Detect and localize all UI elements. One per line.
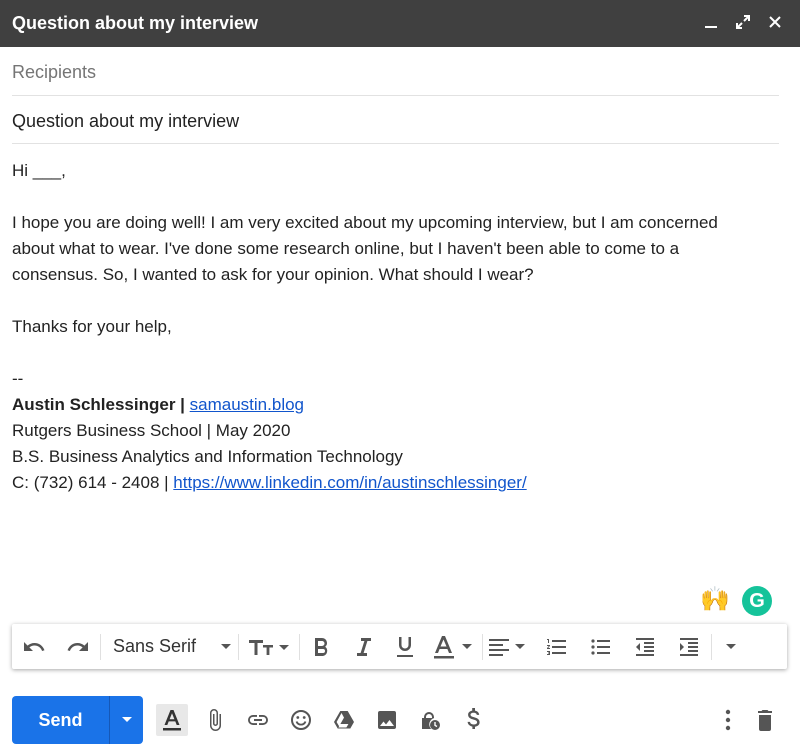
- send-button[interactable]: Send: [12, 696, 109, 744]
- raised-hands-emoji[interactable]: 🙌: [700, 586, 730, 614]
- drive-icon[interactable]: [328, 704, 360, 736]
- more-formatting-icon[interactable]: [712, 624, 750, 669]
- window-controls: [700, 10, 786, 34]
- trash-icon[interactable]: [749, 704, 781, 736]
- message-body[interactable]: Hi ___, I hope you are doing well! I am …: [12, 158, 782, 496]
- closing: Thanks for your help,: [12, 317, 172, 336]
- indent-more-icon[interactable]: [667, 624, 711, 669]
- underline-icon[interactable]: [384, 624, 426, 669]
- signature-separator: --: [12, 369, 24, 388]
- formatting-options-icon[interactable]: [156, 704, 188, 736]
- photo-icon[interactable]: [371, 704, 403, 736]
- align-icon[interactable]: [483, 624, 535, 669]
- confidential-icon[interactable]: [414, 704, 446, 736]
- italic-icon[interactable]: [342, 624, 384, 669]
- bold-icon[interactable]: [300, 624, 342, 669]
- font-name: Sans Serif: [113, 636, 197, 656]
- chevron-down-icon: [221, 643, 231, 649]
- body-line-1: I hope you are doing well! I am very exc…: [12, 213, 718, 232]
- minimize-icon[interactable]: [700, 10, 722, 34]
- font-selector[interactable]: Sans Serif: [101, 624, 238, 669]
- send-options-button[interactable]: [109, 696, 143, 744]
- signature-blog-link[interactable]: samaustin.blog: [190, 395, 304, 414]
- indent-less-icon[interactable]: [623, 624, 667, 669]
- more-options-icon[interactable]: [712, 704, 744, 736]
- money-icon[interactable]: [458, 704, 490, 736]
- numbered-list-icon[interactable]: [535, 624, 579, 669]
- expand-icon[interactable]: [732, 10, 754, 34]
- text-color-icon[interactable]: [426, 624, 482, 669]
- formatting-toolbar: Sans Serif: [12, 624, 787, 669]
- signature-phone: C: (732) 614 - 2408 |: [12, 473, 169, 492]
- signature-name-line: Austin Schlessinger | samaustin.blog: [12, 392, 782, 418]
- redo-icon[interactable]: [56, 624, 100, 669]
- subject-field[interactable]: Question about my interview: [12, 97, 779, 144]
- compose-header: Question about my interview: [0, 0, 800, 47]
- link-icon[interactable]: [242, 704, 274, 736]
- bulleted-list-icon[interactable]: [579, 624, 623, 669]
- body-line-2: about what to wear. I've done some resea…: [12, 239, 680, 258]
- signature-contact-line: C: (732) 614 - 2408 | https://www.linked…: [12, 470, 782, 496]
- signature-school: Rutgers Business School | May 2020: [12, 421, 291, 440]
- close-icon[interactable]: [764, 10, 786, 34]
- chevron-down-icon: [121, 717, 132, 722]
- emoji-icon[interactable]: [285, 704, 317, 736]
- window-title: Question about my interview: [12, 13, 259, 33]
- signature-name: Austin Schlessinger |: [12, 395, 185, 414]
- body-line-3: consensus. So, I wanted to ask for your …: [12, 265, 534, 284]
- signature-linkedin-link[interactable]: https://www.linkedin.com/in/austinschles…: [173, 473, 526, 492]
- undo-icon[interactable]: [12, 624, 56, 669]
- grammarly-icon[interactable]: G: [742, 586, 772, 616]
- recipients-field[interactable]: Recipients: [12, 48, 779, 96]
- text-size-icon[interactable]: [239, 624, 299, 669]
- signature-degree: B.S. Business Analytics and Information …: [12, 447, 403, 466]
- attach-icon[interactable]: [199, 704, 231, 736]
- greeting: Hi ___,: [12, 161, 66, 180]
- send-button-group: Send: [12, 696, 143, 744]
